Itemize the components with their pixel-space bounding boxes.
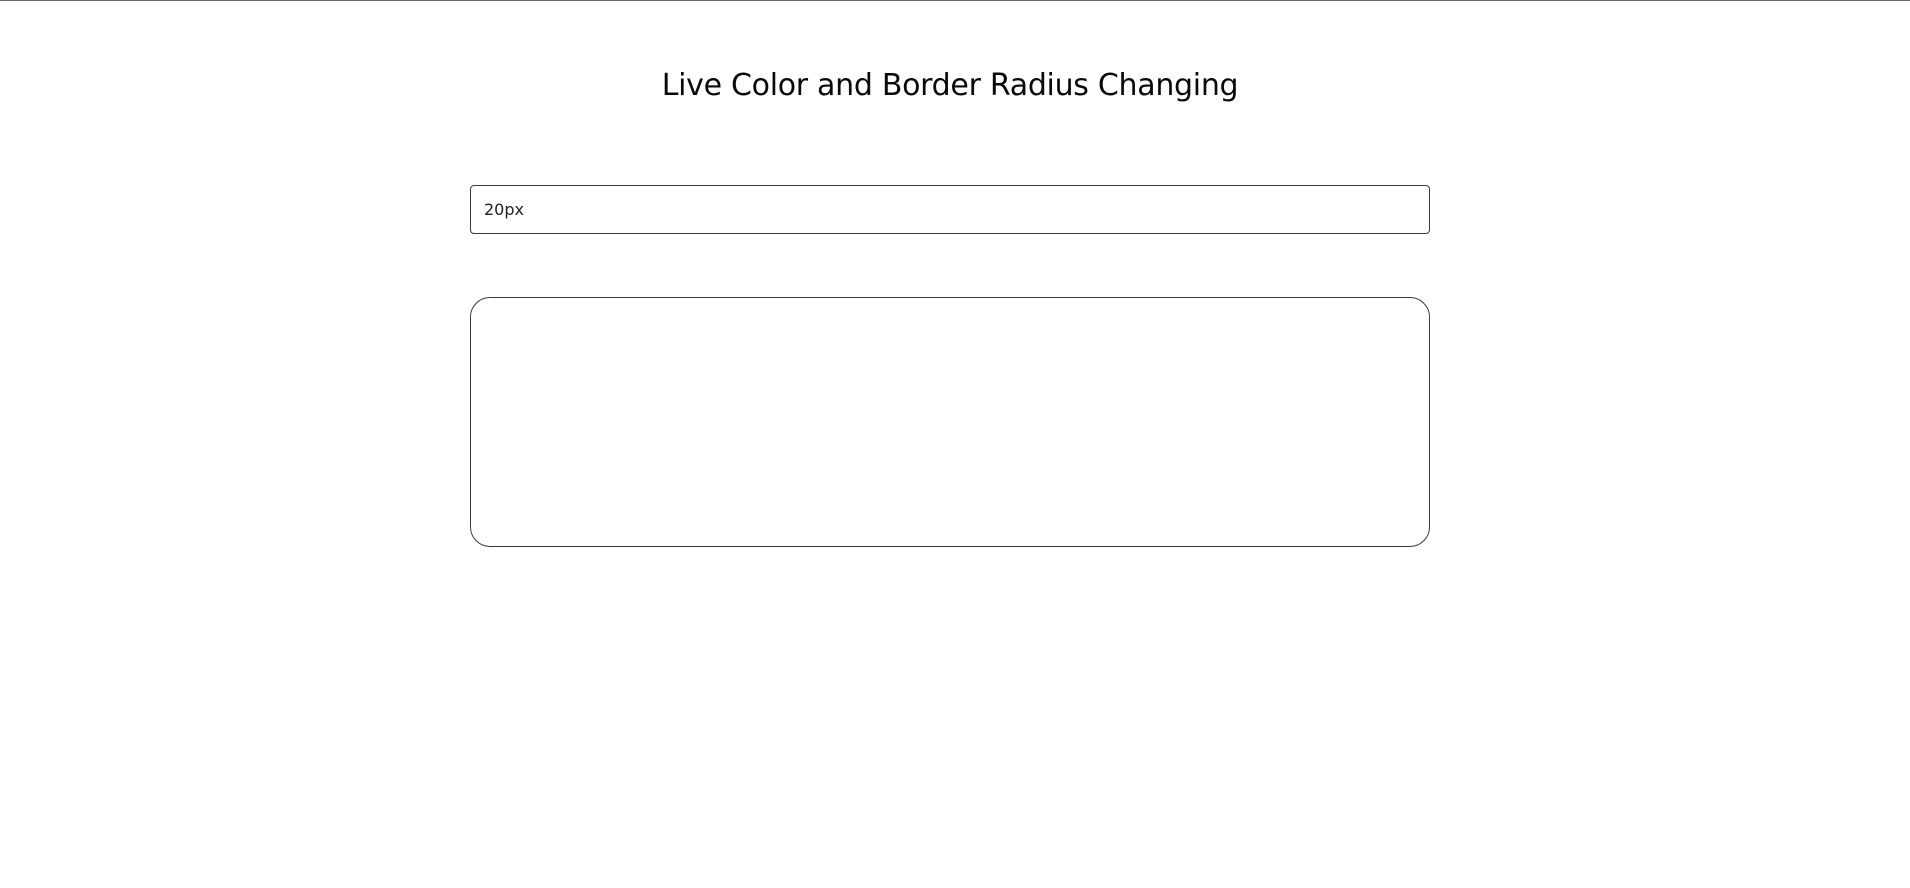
page-title: Live Color and Border Radius Changing	[661, 68, 1239, 103]
preview-box	[470, 297, 1430, 547]
top-divider	[0, 0, 1910, 1]
border-radius-input[interactable]	[470, 185, 1430, 234]
